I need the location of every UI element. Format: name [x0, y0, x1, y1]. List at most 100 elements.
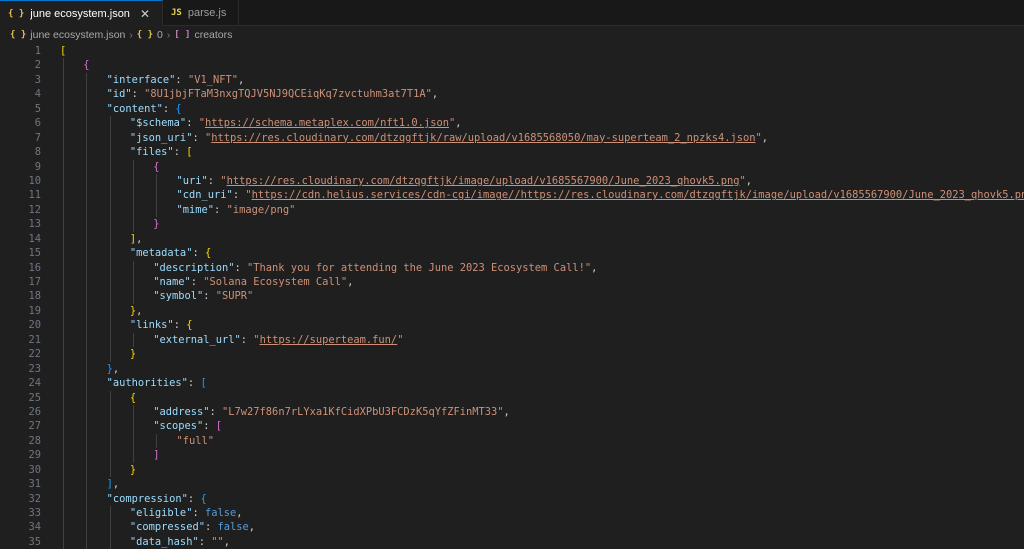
code-line[interactable]: 7"json_uri": "https://res.cloudinary.com… [0, 131, 1024, 145]
code-token: , [432, 88, 438, 100]
line-number: 17 [0, 275, 41, 289]
line-number: 15 [0, 246, 41, 260]
line-number: 10 [0, 174, 41, 188]
code-line[interactable]: 17"name": "Solana Ecosystem Call", [0, 275, 1024, 289]
code-line[interactable]: 24"authorities": [ [0, 376, 1024, 390]
indent-guide [156, 203, 157, 217]
code-line[interactable]: 33"eligible": false, [0, 506, 1024, 520]
indent-guide [133, 160, 134, 174]
line-number: 19 [0, 304, 41, 318]
breadcrumb-item-file[interactable]: june ecosystem.json [30, 29, 125, 41]
code-token: : [203, 420, 216, 432]
code-line[interactable]: 6"$schema": "https://schema.metaplex.com… [0, 116, 1024, 130]
indent-guide [110, 520, 111, 534]
breadcrumb-item-creators[interactable]: creators [194, 29, 232, 41]
code-line[interactable]: 3"interface": "V1_NFT", [0, 73, 1024, 87]
code-line[interactable]: 1[ [0, 44, 1024, 58]
code-line[interactable]: 34"compressed": false, [0, 520, 1024, 534]
code-token: " [397, 334, 403, 346]
code-line[interactable]: 20"links": { [0, 318, 1024, 332]
code-line[interactable]: 35"data_hash": "", [0, 535, 1024, 549]
indent-guide [86, 203, 87, 217]
indent-guide [133, 261, 134, 275]
code-line[interactable]: 4"id": "8U1jbjFTaM3nxgTQJV5NJ9QCEiqKq7zv… [0, 87, 1024, 101]
indent-guide [63, 463, 64, 477]
code-line[interactable]: 30} [0, 463, 1024, 477]
indent-guide [110, 131, 111, 145]
indent-guide [110, 391, 111, 405]
indent-guide [86, 448, 87, 462]
indent-guide [110, 188, 111, 202]
code-line[interactable]: 16"description": "Thank you for attendin… [0, 261, 1024, 275]
code-token: } [130, 464, 136, 476]
code-line[interactable]: 22} [0, 347, 1024, 361]
indent-guide [86, 477, 87, 491]
indent-guide [110, 419, 111, 433]
code-line[interactable]: 19}, [0, 304, 1024, 318]
indent-guide [63, 73, 64, 87]
code-token: "description" [153, 262, 234, 274]
code-line[interactable]: 32"compression": { [0, 492, 1024, 506]
line-number: 24 [0, 376, 41, 390]
indent-guide [63, 174, 64, 188]
code-line[interactable]: 26"address": "L7w27f86n7rLYxa1KfCidXPbU3… [0, 405, 1024, 419]
code-line[interactable]: 27"scopes": [ [0, 419, 1024, 433]
code-token: , [762, 132, 768, 144]
breadcrumb-item-index[interactable]: 0 [157, 29, 163, 41]
line-number: 6 [0, 116, 41, 130]
code-editor[interactable]: 1[2{3"interface": "V1_NFT",4"id": "8U1jb… [0, 44, 1024, 540]
line-number: 25 [0, 391, 41, 405]
code-line[interactable]: 28"full" [0, 434, 1024, 448]
indent-guide [110, 246, 111, 260]
code-line[interactable]: 13} [0, 217, 1024, 231]
indent-guide [63, 362, 64, 376]
indent-guide [156, 434, 157, 448]
code-line[interactable]: 12"mime": "image/png" [0, 203, 1024, 217]
line-number: 30 [0, 463, 41, 477]
code-line[interactable]: 5"content": { [0, 102, 1024, 116]
code-line[interactable]: 9{ [0, 160, 1024, 174]
code-line[interactable]: 18"symbol": "SUPR" [0, 289, 1024, 303]
indent-guide [63, 506, 64, 520]
code-token: , [249, 521, 255, 533]
code-token: "id" [107, 88, 132, 100]
code-line[interactable]: 15"metadata": { [0, 246, 1024, 260]
code-token: : [235, 262, 248, 274]
close-icon[interactable]: ✕ [140, 7, 150, 21]
code-token: , [504, 406, 510, 418]
code-token: "" [211, 536, 224, 548]
indent-guide [86, 102, 87, 116]
code-token: "symbol" [153, 290, 203, 302]
code-token: https://schema.metaplex.com/nft1.0.json [205, 117, 449, 129]
code-text: "scopes": [ [41, 419, 222, 433]
code-line[interactable]: 21"external_url": "https://superteam.fun… [0, 333, 1024, 347]
code-token: "links" [130, 319, 174, 331]
indent-guide [133, 217, 134, 231]
code-line[interactable]: 10"uri": "https://res.cloudinary.com/dtz… [0, 174, 1024, 188]
indent-guide [86, 318, 87, 332]
indent-guide [86, 434, 87, 448]
code-line[interactable]: 25{ [0, 391, 1024, 405]
code-text: "compressed": false, [41, 520, 255, 534]
code-line[interactable]: 14], [0, 232, 1024, 246]
code-line[interactable]: 2{ [0, 58, 1024, 72]
indent-guide [63, 217, 64, 231]
code-token: { [205, 247, 211, 259]
tab-june-ecosystem-json[interactable]: { } june ecosystem.json ✕ [0, 0, 163, 26]
indent-guide [63, 535, 64, 549]
code-token: "compressed" [130, 521, 205, 533]
code-token: : [174, 146, 187, 158]
indent-guide [110, 275, 111, 289]
code-token: "eligible" [130, 507, 193, 519]
indent-guide [63, 347, 64, 361]
code-line[interactable]: 11"cdn_uri": "https://cdn.helius.service… [0, 188, 1024, 202]
code-token: "compression" [107, 493, 188, 505]
code-line[interactable]: 29] [0, 448, 1024, 462]
indent-guide [86, 73, 87, 87]
code-line[interactable]: 23}, [0, 362, 1024, 376]
code-line[interactable]: 8"files": [ [0, 145, 1024, 159]
tab-parse-js[interactable]: JS parse.js [163, 0, 239, 25]
code-line[interactable]: 31], [0, 477, 1024, 491]
indent-guide [63, 232, 64, 246]
indent-guide [63, 203, 64, 217]
